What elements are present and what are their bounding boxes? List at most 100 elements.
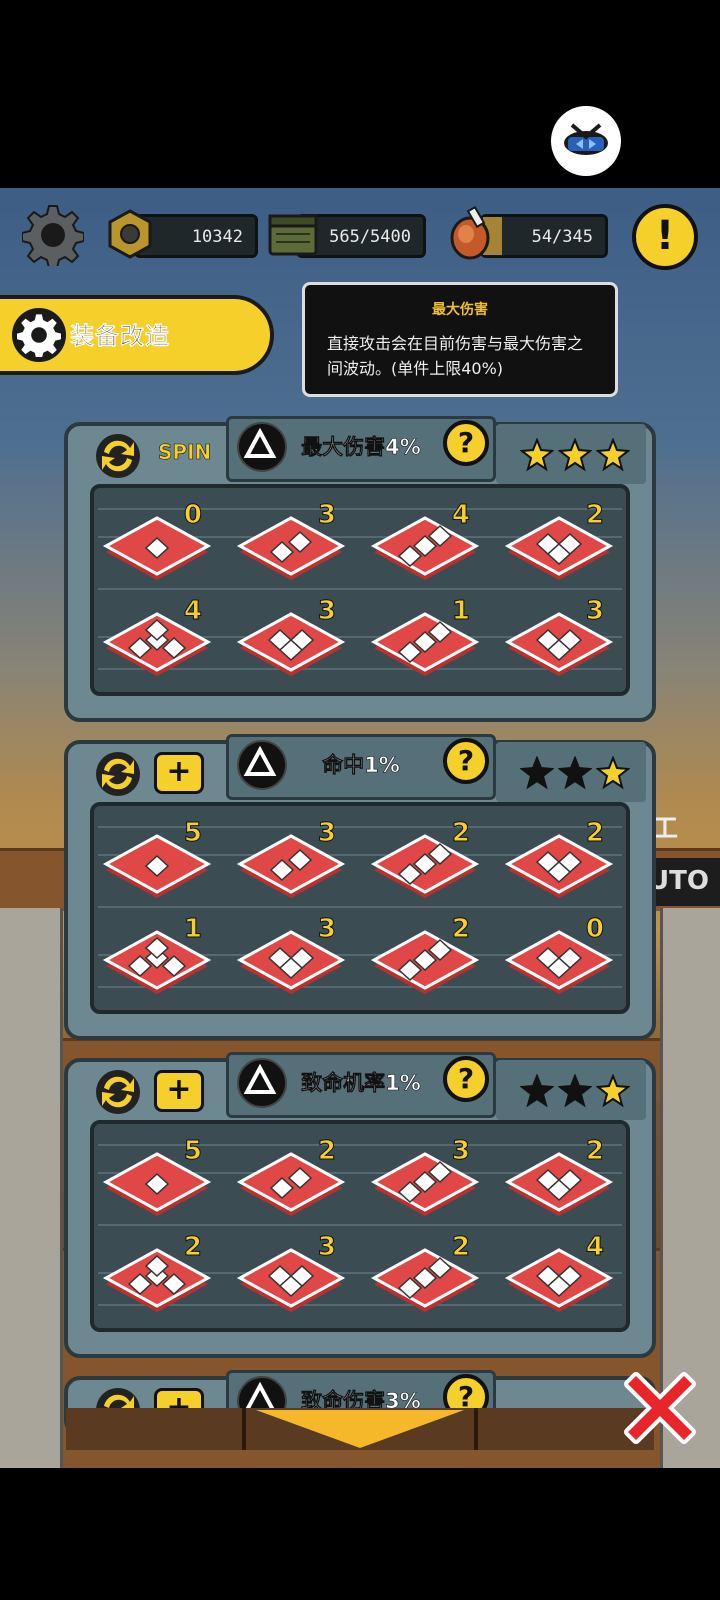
add-slot-button[interactable]: + bbox=[154, 752, 204, 794]
star-icon bbox=[519, 1073, 555, 1110]
exclamation-icon: ! bbox=[655, 213, 675, 259]
stat-title-box: 命中1% ? bbox=[226, 734, 496, 800]
add-slot-button[interactable]: + bbox=[154, 1070, 204, 1112]
slot-tile[interactable]: 1 bbox=[102, 914, 212, 1004]
banner-title: 装备改造 bbox=[70, 322, 170, 351]
slot-level: 2 bbox=[451, 914, 470, 945]
star-icon bbox=[557, 755, 593, 792]
slot-level: 3 bbox=[317, 914, 336, 945]
slot-level: 4 bbox=[451, 500, 470, 531]
slot-level: 2 bbox=[585, 500, 604, 531]
slot-tile[interactable]: 3 bbox=[370, 1136, 480, 1226]
reroll-icon[interactable] bbox=[94, 432, 142, 480]
slot-level: 5 bbox=[183, 1136, 202, 1167]
auto-label: UTO bbox=[648, 866, 709, 896]
bottom-nav-area bbox=[0, 1468, 720, 1600]
slot-tile[interactable]: 0 bbox=[504, 914, 614, 1004]
slot-tile[interactable]: 1 bbox=[370, 596, 480, 686]
gear-icon bbox=[12, 308, 66, 362]
stat-title: 最大伤害4% bbox=[301, 435, 421, 460]
close-icon bbox=[624, 1372, 696, 1444]
slot-level: 2 bbox=[451, 1232, 470, 1263]
slot-tile[interactable]: 2 bbox=[370, 818, 480, 908]
slot-level: 3 bbox=[317, 1232, 336, 1263]
star-icon bbox=[519, 437, 555, 474]
star-icon bbox=[519, 755, 555, 792]
slot-level: 3 bbox=[451, 1136, 470, 1167]
rarity-stars bbox=[510, 437, 631, 474]
slot-level: 2 bbox=[585, 1136, 604, 1167]
star-icon bbox=[557, 1073, 593, 1110]
slot-level: 5 bbox=[183, 818, 202, 849]
slot-tile[interactable]: 3 bbox=[504, 596, 614, 686]
stat-title: 致命机率1% bbox=[301, 1071, 421, 1096]
stat-title-box: 致命机率1% ? bbox=[226, 1052, 496, 1118]
slot-tile[interactable]: 3 bbox=[236, 914, 346, 1004]
slot-level: 2 bbox=[451, 818, 470, 849]
slot-tile[interactable]: 3 bbox=[236, 818, 346, 908]
metal-wall-left bbox=[0, 908, 63, 1468]
ammo-value: 565/5400 bbox=[329, 227, 411, 247]
slot-level: 0 bbox=[585, 914, 604, 945]
help-button[interactable]: ? bbox=[443, 738, 489, 784]
bolts-value: 10342 bbox=[191, 227, 243, 247]
star-icon bbox=[595, 755, 631, 792]
meat-icon bbox=[444, 202, 500, 264]
alert-button[interactable]: ! bbox=[632, 204, 698, 270]
help-button[interactable]: ? bbox=[443, 1056, 489, 1102]
slot-tile[interactable]: 2 bbox=[236, 1136, 346, 1226]
triangle-stat-icon bbox=[237, 1058, 287, 1108]
nut-icon bbox=[104, 208, 156, 260]
slot-tile[interactable]: 2 bbox=[504, 500, 614, 590]
slot-tile[interactable]: 4 bbox=[102, 596, 212, 686]
slot-level: 0 bbox=[183, 500, 202, 531]
slot-tile[interactable]: 2 bbox=[504, 818, 614, 908]
slot-level: 4 bbox=[183, 596, 202, 627]
title-banner: 装备改造 bbox=[0, 295, 274, 375]
close-button[interactable] bbox=[612, 1360, 708, 1456]
slot-level: 3 bbox=[317, 596, 336, 627]
spin-label[interactable]: SPIN bbox=[158, 440, 212, 465]
slot-level: 2 bbox=[585, 818, 604, 849]
slot-level: 3 bbox=[317, 500, 336, 531]
reroll-icon[interactable] bbox=[94, 750, 142, 798]
star-icon bbox=[595, 437, 631, 474]
slot-tile[interactable]: 0 bbox=[102, 500, 212, 590]
triangle-stat-icon bbox=[237, 740, 287, 790]
stat-tooltip: 最大伤害 直接攻击会在目前伤害与最大伤害之间波动。(单件上限40%) bbox=[302, 282, 618, 397]
slot-level: 2 bbox=[317, 1136, 336, 1167]
scroll-down-arrow-icon bbox=[242, 1408, 478, 1450]
slot-level: 3 bbox=[317, 818, 336, 849]
slot-tile[interactable]: 4 bbox=[370, 500, 480, 590]
slot-tile[interactable]: 2 bbox=[370, 1232, 480, 1322]
slot-tile[interactable]: 2 bbox=[504, 1136, 614, 1226]
slot-level: 2 bbox=[183, 1232, 202, 1263]
slot-tile[interactable]: 4 bbox=[504, 1232, 614, 1322]
food-value: 54/345 bbox=[531, 227, 593, 247]
slot-tile[interactable]: 3 bbox=[236, 500, 346, 590]
tooltip-body: 直接攻击会在目前伤害与最大伤害之间波动。(单件上限40%) bbox=[327, 334, 584, 378]
slot-tile[interactable]: 2 bbox=[370, 914, 480, 1004]
rarity-stars bbox=[510, 755, 631, 792]
ad-badge-icon[interactable] bbox=[551, 106, 621, 176]
ammo-crate-icon bbox=[266, 210, 322, 260]
slot-level: 1 bbox=[183, 914, 202, 945]
settings-gear-icon[interactable] bbox=[21, 204, 85, 269]
stat-title-box: 最大伤害4% ? bbox=[226, 416, 496, 482]
reroll-icon[interactable] bbox=[94, 1068, 142, 1116]
star-icon bbox=[557, 437, 593, 474]
slot-level: 4 bbox=[585, 1232, 604, 1263]
slot-level: 1 bbox=[451, 596, 470, 627]
star-icon bbox=[595, 1073, 631, 1110]
help-button[interactable]: ? bbox=[443, 420, 489, 466]
slot-level: 3 bbox=[585, 596, 604, 627]
slot-tile[interactable]: 5 bbox=[102, 1136, 212, 1226]
stat-title: 命中1% bbox=[322, 753, 400, 778]
scroll-down-bar[interactable] bbox=[66, 1408, 654, 1450]
tooltip-title: 最大伤害 bbox=[432, 302, 488, 318]
slot-tile[interactable]: 3 bbox=[236, 596, 346, 686]
triangle-stat-icon bbox=[237, 422, 287, 472]
slot-tile[interactable]: 5 bbox=[102, 818, 212, 908]
slot-tile[interactable]: 3 bbox=[236, 1232, 346, 1322]
slot-tile[interactable]: 2 bbox=[102, 1232, 212, 1322]
